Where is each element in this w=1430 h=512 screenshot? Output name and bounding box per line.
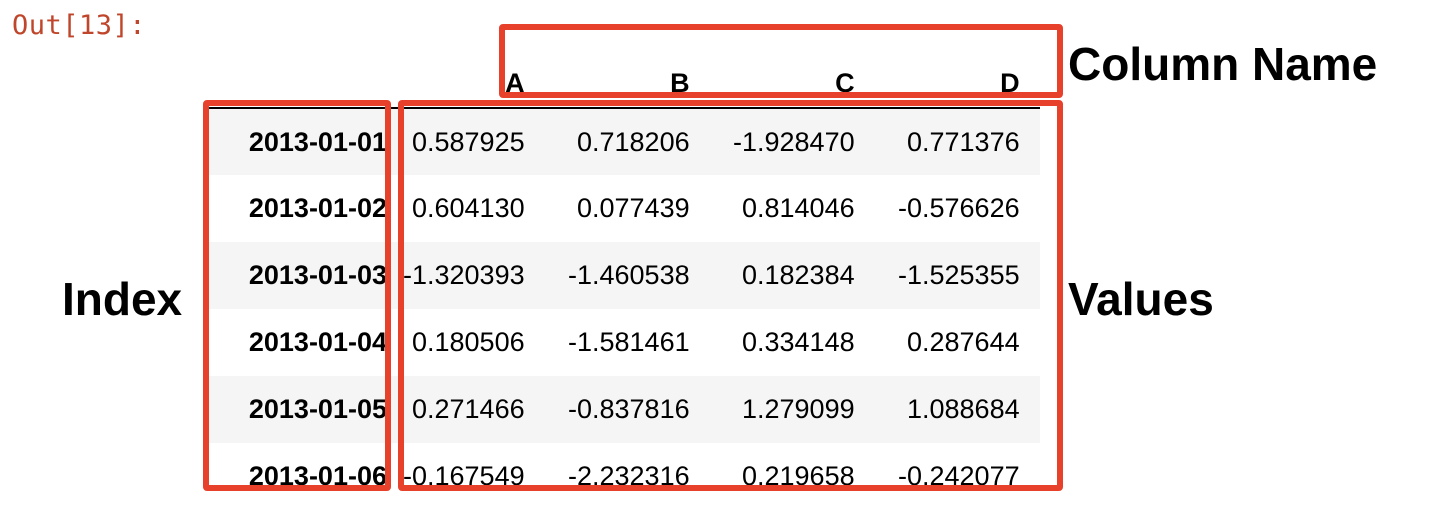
index-highlight-box [203, 100, 391, 491]
output-prompt: Out[13]: [12, 10, 147, 41]
values-annotation: Values [1068, 273, 1214, 325]
index-annotation: Index [62, 273, 183, 325]
column-name-highlight-box [499, 24, 1063, 98]
column-name-annotation: Column Name [1068, 38, 1378, 90]
index-header-corner [205, 37, 403, 108]
values-highlight-box [398, 100, 1063, 491]
